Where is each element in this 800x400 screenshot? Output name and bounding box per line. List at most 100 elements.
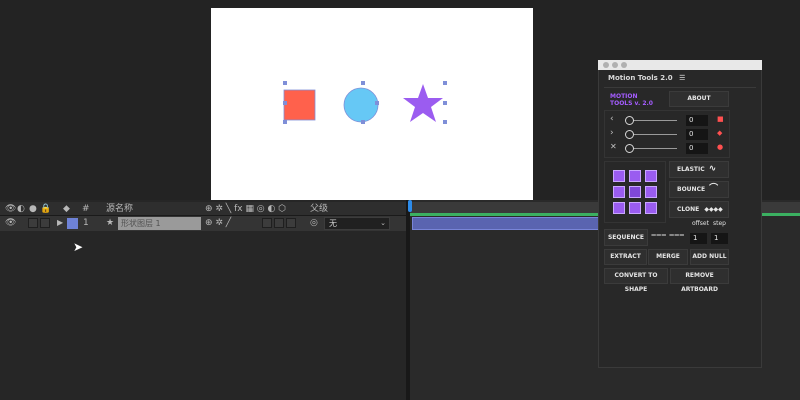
ease-out-indicator[interactable]: ◆ [717, 129, 722, 137]
shape-layer-star-icon: ★ [106, 218, 115, 228]
anchor-middle-left[interactable] [613, 186, 625, 198]
switches-header-icons: ⊕ ✲ ╲ fx ▦ ◎ ◐ ⬡ [205, 204, 287, 214]
lock-icon[interactable]: 🔒 [40, 202, 51, 216]
label-tag-icon[interactable]: ◆ [63, 202, 70, 216]
star-handle[interactable] [443, 120, 447, 124]
timeline-divider[interactable] [406, 200, 410, 400]
layer-name[interactable]: 形状图层 1 [118, 217, 201, 230]
ease-in-indicator[interactable]: ■ [717, 115, 724, 123]
anchor-bottom-center[interactable] [629, 202, 641, 214]
bounce-button[interactable]: BOUNCE ⌒ [669, 181, 729, 198]
elastic-label: ELASTIC [677, 166, 705, 173]
sequence-forward-icon[interactable]: ⩶ [651, 230, 666, 240]
parent-header: 父级 [310, 204, 329, 214]
anchor-middle-right[interactable] [645, 186, 657, 198]
add-null-button[interactable]: ADD NULL [690, 249, 729, 265]
anchor-bottom-right[interactable] [645, 202, 657, 214]
timeline-column-header: 👁 ◐ ● 🔒 ◆ # 源名称 ⊕ ✲ ╲ fx ▦ ◎ ◐ ⬡ 父级 [0, 202, 407, 216]
layer-switch-box[interactable] [286, 218, 296, 228]
chevron-down-icon: ⌄ [380, 219, 386, 227]
parent-dropdown[interactable]: 无 ⌄ [324, 217, 390, 230]
bounce-label: BOUNCE [677, 186, 706, 193]
minimize-icon[interactable] [612, 62, 618, 68]
sequence-button[interactable]: SEQUENCE [604, 229, 648, 246]
layer-visibility-icon[interactable]: 👁 [5, 216, 16, 230]
sequence-reverse-icon[interactable]: ⩶ [669, 230, 684, 240]
ease-both-indicator[interactable]: ● [717, 143, 723, 151]
motion-tools-logo: MOTION TOOLS v. 2.0 [610, 93, 653, 107]
layer-label-color[interactable] [67, 218, 78, 229]
layer-number-header: # [82, 204, 90, 214]
source-name-header[interactable]: 源名称 [106, 202, 133, 216]
star-handle[interactable] [443, 101, 447, 105]
square-handle[interactable] [283, 81, 287, 85]
elastic-button[interactable]: ELASTIC ∿ [669, 161, 729, 178]
ease-both-knob[interactable] [625, 144, 634, 153]
star-handle[interactable] [443, 81, 447, 85]
layer-switches-icons[interactable]: ⊕ ✲ ╱ [205, 216, 231, 230]
timeline-layer-row[interactable]: 👁 ▶ 1 ★ 形状图层 1 ⊕ ✲ ╱ ◎ 无 ⌄ [0, 216, 407, 231]
playhead[interactable] [408, 200, 412, 212]
about-button[interactable]: ABOUT [669, 91, 729, 107]
remove-artboard-button[interactable]: REMOVE ARTBOARD [670, 268, 729, 293]
logo-line-1: MOTION [610, 93, 638, 100]
composition-canvas[interactable] [211, 8, 533, 200]
sequence-step-input[interactable]: 1 [711, 233, 728, 244]
layer-solo-toggle[interactable] [40, 218, 50, 228]
layer-duration-bar[interactable] [412, 217, 600, 230]
layer-expand-icon[interactable]: ▶ [57, 216, 63, 230]
layer-switch-box[interactable] [262, 218, 272, 228]
step-label: step [713, 220, 726, 227]
panel-title: Motion Tools 2.0 ☰ [608, 74, 685, 82]
extract-button[interactable]: EXTRACT [604, 249, 647, 265]
solo-icon[interactable]: ● [29, 202, 37, 216]
circle-handle[interactable] [361, 120, 365, 124]
layer-name-text: 形状图层 1 [121, 219, 161, 228]
panel-titlebar[interactable] [598, 60, 762, 70]
sequence-offset-input[interactable]: 1 [690, 233, 707, 244]
anchor-top-left[interactable] [613, 170, 625, 182]
ease-both-value[interactable]: 0 [686, 143, 708, 154]
eye-icon[interactable]: 👁 [5, 202, 16, 216]
square-shape[interactable] [283, 89, 316, 121]
clone-button[interactable]: CLONE ◆◆◆◆ [669, 201, 729, 218]
anchor-bottom-left[interactable] [613, 202, 625, 214]
ease-in-value[interactable]: 0 [686, 115, 708, 126]
circle-handle[interactable] [361, 81, 365, 85]
elastic-wave-icon: ∿ [708, 164, 717, 174]
layer-index: 1 [83, 218, 89, 228]
logo-line-2: TOOLS v. 2.0 [610, 100, 653, 107]
ease-out-track[interactable] [629, 134, 677, 135]
circle-shape[interactable] [343, 87, 379, 123]
panel-header-divider [604, 87, 756, 88]
square-handle[interactable] [283, 101, 287, 105]
ease-out-knob[interactable] [625, 130, 634, 139]
ease-both-track[interactable] [629, 148, 677, 149]
clone-label: CLONE [677, 206, 700, 213]
circle-handle[interactable] [375, 101, 379, 105]
audio-icon[interactable]: ◐ [17, 202, 25, 216]
anchor-top-right[interactable] [645, 170, 657, 182]
bounce-curve-icon: ⌒ [709, 184, 719, 194]
anchor-center[interactable] [629, 186, 641, 198]
panel-title-text: Motion Tools 2.0 [608, 74, 673, 82]
mouse-cursor-icon: ➤ [73, 240, 84, 254]
ease-out-icon: › [610, 128, 614, 138]
star-shape[interactable] [403, 84, 443, 122]
ease-in-track[interactable] [629, 120, 677, 121]
layer-switch-box[interactable] [274, 218, 284, 228]
parent-dropdown-value: 无 [329, 219, 337, 228]
ease-out-value[interactable]: 0 [686, 129, 708, 140]
pick-whip-icon[interactable]: ◎ [310, 216, 318, 230]
expand-icon[interactable] [621, 62, 627, 68]
layer-audio-toggle[interactable] [28, 218, 38, 228]
merge-button[interactable]: MERGE [648, 249, 688, 265]
convert-to-shape-button[interactable]: CONVERT TO SHAPE [604, 268, 668, 293]
anchor-top-center[interactable] [629, 170, 641, 182]
ease-in-knob[interactable] [625, 116, 634, 125]
offset-label: offset [692, 220, 709, 227]
hamburger-icon[interactable]: ☰ [679, 74, 685, 82]
close-icon[interactable] [603, 62, 609, 68]
square-handle[interactable] [283, 120, 287, 124]
composition-viewer[interactable] [211, 8, 533, 200]
